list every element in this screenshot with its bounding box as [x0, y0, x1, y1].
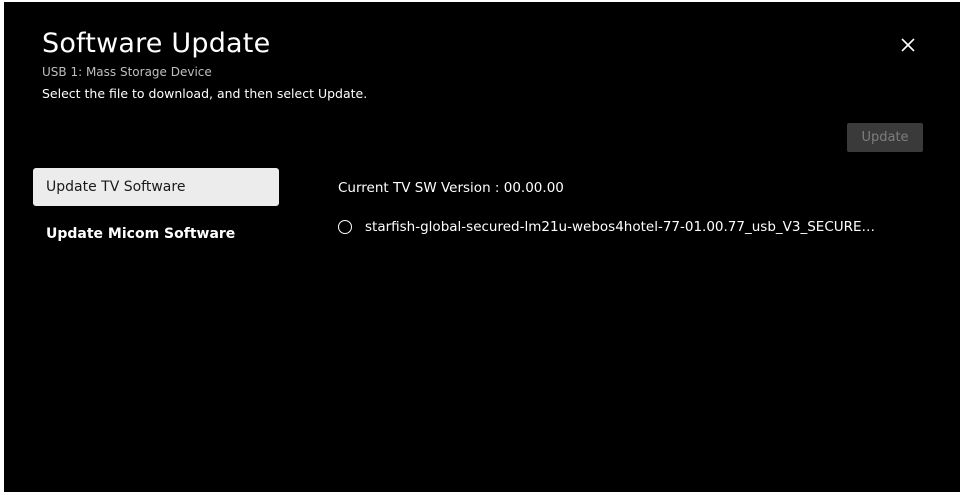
current-version-label: Current TV SW Version : 00.00.00	[338, 180, 564, 196]
update-button[interactable]: Update	[847, 123, 923, 152]
software-update-screen: Software Update USB 1: Mass Storage Devi…	[4, 2, 960, 492]
page-title: Software Update	[42, 28, 271, 59]
file-list-item[interactable]: starfish-global-secured-lm21u-webos4hote…	[338, 216, 885, 238]
update-type-menu: Update TV Software Update Micom Software	[33, 168, 279, 262]
menu-item-update-micom-software[interactable]: Update Micom Software	[33, 215, 279, 253]
instruction-text: Select the file to download, and then se…	[42, 86, 368, 101]
close-button[interactable]	[897, 34, 919, 56]
menu-item-update-tv-software[interactable]: Update TV Software	[33, 168, 279, 206]
device-name: USB 1: Mass Storage Device	[42, 65, 212, 79]
file-name: starfish-global-secured-lm21u-webos4hote…	[365, 219, 885, 235]
close-icon	[901, 38, 915, 52]
radio-button[interactable]	[338, 220, 352, 234]
